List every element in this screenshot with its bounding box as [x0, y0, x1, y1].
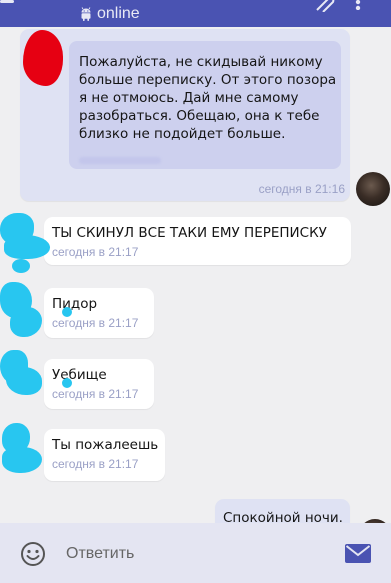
redaction-mark	[2, 447, 42, 473]
message-text: ТЫ СКИНУЛ ВСЕ ТАКИ ЕМУ ПЕРЕПИСКУ	[52, 225, 327, 241]
redaction-mark	[6, 367, 42, 395]
incoming-message[interactable]: Ты пожалеешь сегодня в 21:17	[44, 429, 165, 481]
redaction-mark	[23, 30, 63, 86]
reply-input[interactable]	[66, 543, 326, 565]
message-time: сегодня в 21:17	[52, 387, 139, 401]
redaction-mark	[4, 235, 50, 259]
incoming-message[interactable]: ТЫ СКИНУЛ ВСЕ ТАКИ ЕМУ ПЕРЕПИСКУ сегодня…	[44, 217, 351, 265]
message-body-block: Пожалуйста, не скидывай никому больше пе…	[69, 41, 341, 169]
app-bar: online	[0, 0, 391, 27]
emoji-icon[interactable]	[20, 541, 46, 567]
message-text: Спокойной ночи.	[223, 510, 343, 523]
message-time: сегодня в 21:17	[52, 457, 139, 471]
message-time: сегодня в 21:17	[52, 316, 139, 330]
more-vert-icon[interactable]	[355, 0, 361, 10]
contact-status: online	[97, 5, 140, 22]
redaction-mark	[62, 378, 72, 388]
message-time: сегодня в 21:16	[258, 182, 345, 196]
message-text: Пидор	[52, 296, 98, 312]
send-envelope-icon[interactable]	[345, 544, 371, 563]
composer	[0, 523, 391, 583]
avatar[interactable]	[356, 172, 390, 206]
message-text: Ты пожалеешь	[52, 437, 159, 453]
paperclip-icon[interactable]	[313, 0, 335, 12]
message-feed[interactable]: Пожалуйста, не скидывай никому больше пе…	[0, 27, 391, 523]
incoming-message[interactable]: Уебище сегодня в 21:17	[44, 359, 154, 409]
blurred-text	[79, 157, 161, 164]
incoming-message[interactable]: Пидор сегодня в 21:17	[44, 288, 154, 338]
redaction-mark	[10, 307, 42, 337]
redaction-mark	[62, 307, 72, 317]
menu-icon[interactable]	[0, 0, 14, 3]
outgoing-message[interactable]: Пожалуйста, не скидывай никому больше пе…	[20, 29, 350, 201]
message-text: Уебище	[52, 367, 107, 383]
message-time: сегодня в 21:17	[52, 245, 139, 259]
message-text: Пожалуйста, не скидывай никому больше пе…	[79, 54, 337, 142]
redaction-mark	[12, 259, 30, 273]
outgoing-message[interactable]: Спокойной ночи.	[215, 499, 350, 523]
android-icon	[81, 7, 91, 21]
